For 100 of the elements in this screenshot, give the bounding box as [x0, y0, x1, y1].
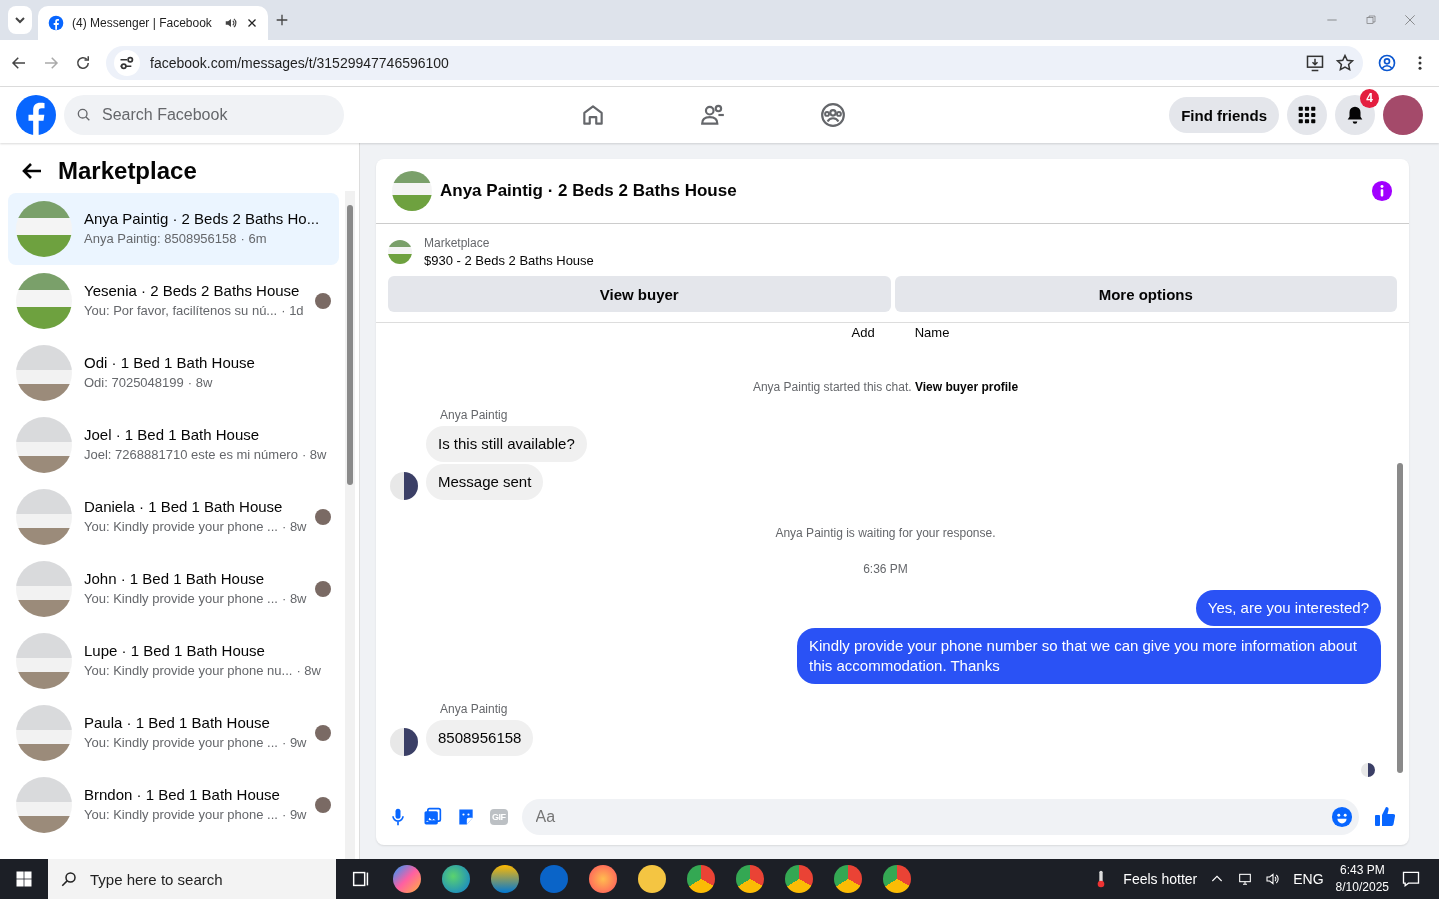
- conversation-item[interactable]: Lupe · 1 Bed 1 Bath House You: Kindly provide your phone nu... · 8w: [8, 625, 339, 697]
- message-time: · 9w: [281, 734, 307, 752]
- chevron-down-icon: [15, 15, 25, 25]
- speaker-icon[interactable]: [224, 16, 238, 30]
- tab-search-button[interactable]: [8, 6, 32, 34]
- action-button[interactable]: More options: [894, 276, 1397, 312]
- chrome-profile-icon[interactable]: [785, 865, 813, 893]
- conversation-item[interactable]: Anya Paintig · 2 Beds 2 Baths Ho... Anya Paintig: 8508956158 · 6m: [8, 193, 339, 265]
- listing-thumbnail: [16, 561, 72, 617]
- listing-thumbnail: [16, 417, 72, 473]
- sender-name: Anya Paintig: [439, 408, 509, 422]
- outgoing-message: Yes, are you interested?: [1195, 590, 1381, 626]
- message-time: · 1d: [281, 302, 304, 320]
- action-button[interactable]: View buyer: [388, 276, 891, 312]
- sender-avatar: [390, 472, 418, 500]
- find-friends-button[interactable]: Find friends: [1169, 97, 1279, 133]
- listing-thumbnail: [16, 489, 72, 545]
- sidebar-title: Marketplace: [58, 157, 197, 185]
- listing-thumbnail: [16, 273, 72, 329]
- sticker-icon[interactable]: [456, 807, 476, 827]
- folder-icon[interactable]: [638, 865, 666, 893]
- message-time: · 9w: [281, 806, 307, 824]
- volume-icon[interactable]: [1265, 871, 1282, 887]
- facebook-logo-icon[interactable]: [16, 95, 56, 135]
- message-time: · 8w: [296, 662, 321, 680]
- new-tab-icon[interactable]: [274, 12, 290, 28]
- message-preview: Joel: 7268881710 este es mi número: [84, 446, 298, 464]
- firefox-icon[interactable]: [589, 865, 617, 893]
- notifications-button[interactable]: [1335, 95, 1375, 135]
- search-icon: [76, 107, 92, 123]
- message-preview: You: Por favor, facilítenos su nú...: [84, 302, 278, 320]
- site-settings-icon[interactable]: [114, 50, 140, 76]
- conversation-item[interactable]: Paula · 1 Bed 1 Bath House You: Kindly provide your phone ... · 9w: [8, 697, 339, 769]
- listing-thumbnail: [16, 633, 72, 689]
- weather-text[interactable]: Feels hotter: [1123, 871, 1198, 887]
- browser-tab[interactable]: (4) Messenger | Facebook: [38, 6, 268, 40]
- conversation-title: Joel · 1 Bed 1 Bath House: [84, 425, 261, 445]
- chrome-profile-icon[interactable]: [736, 865, 764, 893]
- conversation-title: Paula · 1 Bed 1 Bath House: [84, 713, 271, 733]
- conversation-item[interactable]: Daniela · 1 Bed 1 Bath House You: Kindly provide your phone ... · 8w: [8, 481, 339, 553]
- photo-icon[interactable]: [422, 807, 442, 827]
- bookmark-star-icon[interactable]: [1335, 53, 1355, 73]
- network-icon[interactable]: [1237, 871, 1254, 887]
- thumbs-up-icon[interactable]: [1373, 805, 1397, 829]
- listing-thumbnail: [16, 345, 72, 401]
- info-icon[interactable]: [1371, 180, 1393, 202]
- search-input[interactable]: Search Facebook: [100, 105, 324, 125]
- incoming-message: Message sent: [426, 464, 544, 500]
- clock[interactable]: 6:43 PM 8/10/2025: [1335, 862, 1389, 896]
- search-icon: [60, 870, 78, 888]
- message-time: · 8w: [301, 446, 327, 464]
- listing-thumbnail: [16, 777, 72, 833]
- windows-start-icon[interactable]: [15, 870, 33, 888]
- menu-button[interactable]: [1287, 95, 1327, 135]
- reload-icon[interactable]: [74, 54, 92, 72]
- close-icon[interactable]: [246, 17, 258, 29]
- listing-thumbnail: [392, 171, 432, 211]
- chrome-icon[interactable]: [687, 865, 715, 893]
- scrollbar[interactable]: [345, 191, 355, 859]
- message-preview: Odi: 7025048199: [84, 374, 184, 392]
- store-icon[interactable]: [491, 865, 519, 893]
- conversation-item[interactable]: Yesenia · 2 Beds 2 Baths House You: Por favor, facilítenos su nú... · 1d: [8, 265, 339, 337]
- message-preview: You: Kindly provide your phone ...: [84, 734, 278, 752]
- notifications-icon[interactable]: [1401, 869, 1421, 889]
- message-time: · 8w: [187, 374, 213, 392]
- back-arrow-icon[interactable]: [10, 54, 28, 72]
- system-message: Anya Paintig started this chat. View buyer profile: [751, 380, 1020, 394]
- header-link[interactable]: Add: [851, 325, 875, 340]
- header-link[interactable]: Name: [914, 325, 950, 340]
- friends-icon[interactable]: [700, 102, 726, 128]
- chrome-profile-icon[interactable]: [883, 865, 911, 893]
- chrome-profile-icon[interactable]: [834, 865, 862, 893]
- conversation-item[interactable]: John · 1 Bed 1 Bath House You: Kindly provide your phone ... · 8w: [8, 553, 339, 625]
- view-buyer-profile-link[interactable]: View buyer profile: [914, 380, 1019, 394]
- address-bar[interactable]: facebook.com/messages/t/31529947746596100: [106, 46, 1363, 80]
- message-field[interactable]: Aa: [521, 799, 1359, 835]
- taskbar-search-input[interactable]: Type here to search: [88, 869, 291, 889]
- incoming-message: 8508956158: [426, 720, 534, 756]
- edge-icon[interactable]: [442, 865, 470, 893]
- conversation-item[interactable]: Joel · 1 Bed 1 Bath House Joel: 7268881710 este es mi número · 8w: [8, 409, 339, 481]
- home-icon[interactable]: [580, 102, 606, 128]
- conversation-title: Odi · 1 Bed 1 Bath House: [84, 353, 256, 373]
- copilot-icon[interactable]: [393, 865, 421, 893]
- profile-avatar[interactable]: [1383, 95, 1423, 135]
- message-preview: Anya Paintig: 8508956158: [84, 230, 237, 248]
- conversation-item[interactable]: Odi · 1 Bed 1 Bath House Odi: 7025048199 · 8w: [8, 337, 339, 409]
- outgoing-message: Kindly provide your phone number so that we can give you more information about this accommodation. Thanks: [797, 628, 1381, 684]
- profile-icon[interactable]: [1377, 53, 1397, 73]
- outlook-icon[interactable]: [540, 865, 568, 893]
- search-field[interactable]: Search Facebook: [64, 95, 344, 135]
- url-text: facebook.com/messages/t/31529947746596100: [150, 55, 450, 71]
- message-timestamp: 6:36 PM: [862, 562, 909, 576]
- language-indicator[interactable]: ENG: [1293, 871, 1324, 887]
- conversation-title: Brndon · 1 Bed 1 Bath House: [84, 785, 281, 805]
- taskbar-search-field[interactable]: Type here to search: [48, 859, 336, 899]
- tab-title: (4) Messenger | Facebook: [72, 16, 213, 30]
- conversation-item[interactable]: Brndon · 1 Bed 1 Bath House You: Kindly provide your phone ... · 9w: [8, 769, 339, 841]
- emoji-icon[interactable]: [1331, 806, 1353, 828]
- message-input[interactable]: Aa: [533, 807, 1331, 827]
- install-app-icon[interactable]: [1305, 53, 1325, 73]
